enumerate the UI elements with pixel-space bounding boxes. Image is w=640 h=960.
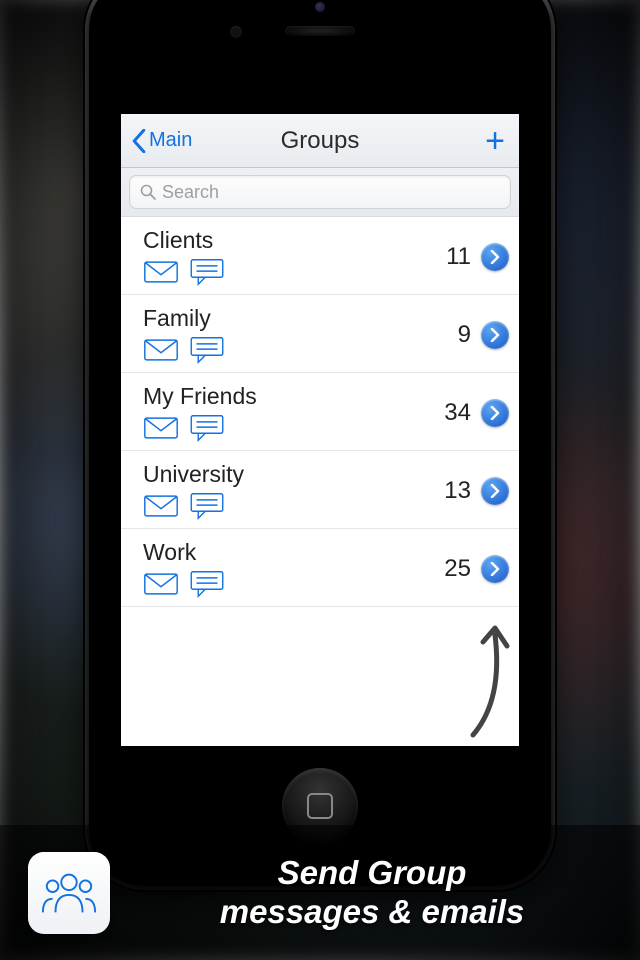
group-name: University xyxy=(143,461,421,488)
chevron-right-icon xyxy=(490,562,500,576)
list-item[interactable]: My Friends 34 xyxy=(121,373,519,451)
message-icon[interactable] xyxy=(189,258,225,286)
arrow-annotation-icon xyxy=(433,620,513,740)
mail-icon[interactable] xyxy=(143,414,179,442)
mail-icon[interactable] xyxy=(143,570,179,598)
mail-icon[interactable] xyxy=(143,492,179,520)
group-count: 13 xyxy=(431,477,471,505)
phone-screen: Main Groups + Search Clients xyxy=(121,114,519,746)
group-people-icon xyxy=(40,869,98,917)
group-count: 9 xyxy=(431,321,471,349)
back-button[interactable]: Main xyxy=(131,129,192,153)
phone-frame: Main Groups + Search Clients xyxy=(85,0,555,890)
searchbar-container: Search xyxy=(121,168,519,217)
back-label: Main xyxy=(149,129,192,152)
chevron-right-icon xyxy=(490,484,500,498)
group-count: 11 xyxy=(431,243,471,271)
message-icon[interactable] xyxy=(189,336,225,364)
chevron-right-icon xyxy=(490,406,500,420)
phone-sensor xyxy=(230,26,242,38)
disclosure-button[interactable] xyxy=(481,321,509,349)
chevron-left-icon xyxy=(131,129,147,153)
promo-caption: Send Group messages & emails xyxy=(0,825,640,960)
message-icon[interactable] xyxy=(189,492,225,520)
app-icon xyxy=(28,852,110,934)
list-item[interactable]: Clients 11 xyxy=(121,217,519,295)
message-icon[interactable] xyxy=(189,570,225,598)
list-item[interactable]: Family 9 xyxy=(121,295,519,373)
disclosure-button[interactable] xyxy=(481,477,509,505)
search-icon xyxy=(140,184,156,200)
disclosure-button[interactable] xyxy=(481,555,509,583)
group-count: 34 xyxy=(431,399,471,427)
chevron-right-icon xyxy=(490,250,500,264)
message-icon[interactable] xyxy=(189,414,225,442)
group-name: Family xyxy=(143,305,421,332)
search-input[interactable]: Search xyxy=(129,175,511,209)
list-item[interactable]: Work 25 xyxy=(121,529,519,607)
group-name: Work xyxy=(143,539,421,566)
search-placeholder: Search xyxy=(162,182,219,203)
promo-text: Send Group messages & emails xyxy=(132,854,612,932)
group-count: 25 xyxy=(431,555,471,583)
add-button[interactable]: + xyxy=(485,124,509,158)
chevron-right-icon xyxy=(490,328,500,342)
phone-speaker xyxy=(285,26,355,36)
mail-icon[interactable] xyxy=(143,258,179,286)
mail-icon[interactable] xyxy=(143,336,179,364)
disclosure-button[interactable] xyxy=(481,399,509,427)
groups-list: Clients 11 Family xyxy=(121,217,519,607)
navbar: Main Groups + xyxy=(121,114,519,168)
group-name: My Friends xyxy=(143,383,421,410)
phone-camera xyxy=(315,2,325,12)
list-item[interactable]: University 13 xyxy=(121,451,519,529)
disclosure-button[interactable] xyxy=(481,243,509,271)
group-name: Clients xyxy=(143,227,421,254)
